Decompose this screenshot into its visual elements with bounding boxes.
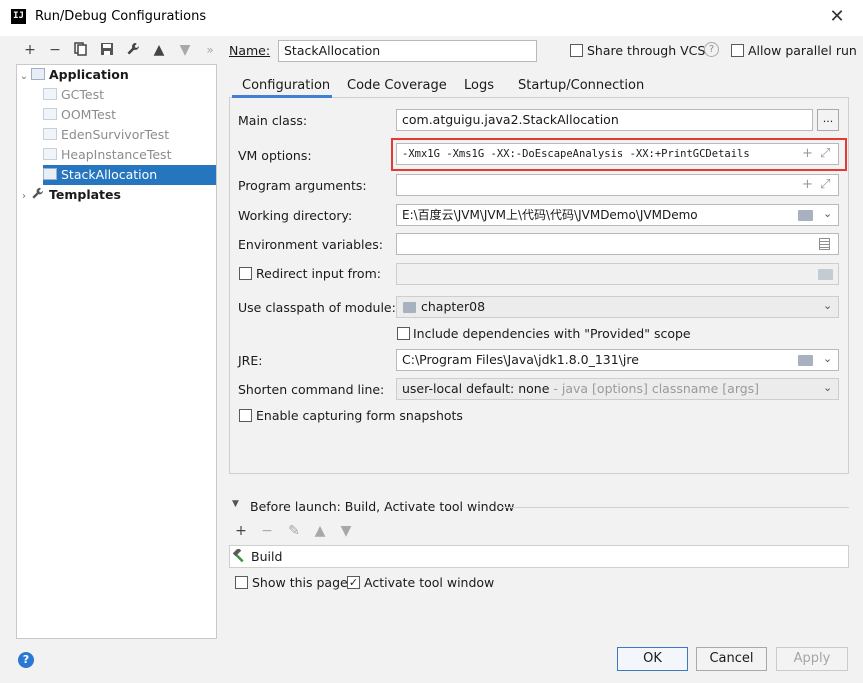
name-input[interactable]: StackAllocation xyxy=(278,40,537,62)
cancel-button[interactable]: Cancel xyxy=(696,647,767,671)
tab-startup-connection[interactable]: Startup/Connection xyxy=(518,78,644,93)
tree-node-application[interactable]: ⌄ Application xyxy=(17,65,216,85)
highlight-box xyxy=(391,138,847,171)
close-icon[interactable]: ✕ xyxy=(826,6,848,28)
module-icon xyxy=(403,302,416,313)
redirect-input-label: Redirect input from: xyxy=(256,266,381,281)
config-icon xyxy=(43,148,57,160)
name-label: Name: xyxy=(229,43,271,58)
allow-parallel-label: Allow parallel run xyxy=(748,43,857,58)
environment-variables-label: Environment variables: xyxy=(238,237,383,252)
show-page-label: Show this page xyxy=(252,575,348,590)
program-arguments-label: Program arguments: xyxy=(238,178,367,193)
browse-main-class-button[interactable]: ... xyxy=(817,109,839,131)
enable-snapshots-checkbox[interactable] xyxy=(239,409,252,422)
more-icon[interactable]: » xyxy=(202,42,218,58)
wrench-icon[interactable] xyxy=(125,42,141,58)
save-icon[interactable] xyxy=(99,42,115,58)
remove-task-icon[interactable]: − xyxy=(259,523,275,539)
move-down-icon[interactable]: ▼ xyxy=(177,42,193,58)
working-directory-input[interactable]: E:\百度云\JVM\JVM上\代码\代码\JVMDemo\JVMDemo xyxy=(396,204,839,226)
intellij-app-icon: IJ xyxy=(11,9,26,24)
classpath-module-label: Use classpath of module: xyxy=(238,300,396,315)
main-class-label: Main class: xyxy=(238,113,308,128)
main-class-input[interactable]: com.atguigu.java2.StackAllocation xyxy=(396,109,813,131)
jre-label: JRE: xyxy=(238,353,263,368)
redirect-input-checkbox[interactable] xyxy=(239,267,252,280)
chevron-down-icon[interactable]: ⌄ xyxy=(823,381,832,394)
activate-tool-window-label: Activate tool window xyxy=(364,575,495,590)
apply-button[interactable]: Apply xyxy=(776,647,848,671)
move-up-icon[interactable]: ▲ xyxy=(151,42,167,58)
redirect-input-field[interactable] xyxy=(396,263,839,285)
remove-icon[interactable]: − xyxy=(47,42,63,58)
classpath-module-select[interactable]: chapter08 xyxy=(396,296,839,318)
collapse-arrow-icon[interactable]: ⌄ xyxy=(17,67,31,87)
include-provided-checkbox[interactable] xyxy=(397,327,410,340)
plus-icon[interactable]: + xyxy=(802,177,813,192)
edit-task-icon[interactable]: ✎ xyxy=(286,523,302,539)
vm-options-label: VM options: xyxy=(238,148,312,163)
jre-input[interactable]: C:\Program Files\Java\jdk1.8.0_131\jre xyxy=(396,349,839,371)
before-launch-title: Before launch: Build, Activate tool wind… xyxy=(250,499,515,514)
move-task-up-icon[interactable]: ▲ xyxy=(312,523,328,539)
config-icon xyxy=(43,128,57,140)
folder-icon[interactable] xyxy=(818,269,833,280)
expand-icon[interactable]: ⤢ xyxy=(820,177,830,192)
config-icon xyxy=(43,108,57,120)
chevron-down-icon[interactable]: ⌄ xyxy=(823,352,832,365)
wrench-icon xyxy=(31,186,45,199)
expand-arrow-icon[interactable]: › xyxy=(17,187,31,207)
configurations-tree[interactable]: ⌄ Application GCTest OOMTest EdenSurvivor… xyxy=(16,64,217,639)
folder-icon[interactable] xyxy=(798,355,813,366)
tab-logs[interactable]: Logs xyxy=(464,78,494,93)
program-arguments-input[interactable] xyxy=(396,174,839,196)
build-task-label: Build xyxy=(251,549,283,564)
tree-item-edensurvivortest[interactable]: EdenSurvivorTest xyxy=(43,125,169,145)
tree-item-oomtest[interactable]: OOMTest xyxy=(43,105,116,125)
before-launch-divider xyxy=(502,507,849,508)
window-title: Run/Debug Configurations xyxy=(35,9,207,24)
include-provided-label: Include dependencies with "Provided" sco… xyxy=(413,326,691,341)
edit-list-icon[interactable] xyxy=(819,238,830,250)
share-vcs-label: Share through VCS xyxy=(587,43,706,58)
show-page-checkbox[interactable] xyxy=(235,576,248,589)
application-config-icon xyxy=(31,68,45,80)
help-icon[interactable]: ? xyxy=(18,652,34,668)
share-vcs-checkbox[interactable] xyxy=(570,44,583,57)
enable-snapshots-label: Enable capturing form snapshots xyxy=(256,408,463,423)
shorten-command-line-label: Shorten command line: xyxy=(238,382,385,397)
tab-configuration[interactable]: Configuration xyxy=(242,78,330,93)
hammer-icon xyxy=(232,547,246,563)
config-icon xyxy=(43,168,57,180)
move-task-down-icon[interactable]: ▼ xyxy=(338,523,354,539)
tab-code-coverage[interactable]: Code Coverage xyxy=(347,78,447,93)
tree-item-gctest[interactable]: GCTest xyxy=(43,85,104,105)
chevron-down-icon[interactable]: ⌄ xyxy=(823,207,832,220)
activate-tool-window-checkbox[interactable] xyxy=(347,576,360,589)
collapse-triangle-icon[interactable]: ▼ xyxy=(232,499,239,509)
chevron-down-icon[interactable]: ⌄ xyxy=(823,299,832,312)
ok-button[interactable]: OK xyxy=(617,647,688,671)
tree-item-heapinstancetest[interactable]: HeapInstanceTest xyxy=(43,145,171,165)
tree-node-templates[interactable]: › Templates xyxy=(17,185,121,205)
allow-parallel-checkbox[interactable] xyxy=(731,44,744,57)
working-directory-label: Working directory: xyxy=(238,208,353,223)
copy-icon[interactable] xyxy=(73,42,89,58)
add-task-icon[interactable]: + xyxy=(233,523,249,539)
help-circle-icon[interactable]: ? xyxy=(704,42,719,57)
add-icon[interactable]: + xyxy=(22,42,38,58)
shorten-command-line-select[interactable]: user-local default: none - java [options… xyxy=(396,378,839,400)
before-launch-task-list[interactable] xyxy=(229,545,849,568)
folder-icon[interactable] xyxy=(798,210,813,221)
config-icon xyxy=(43,88,57,100)
tree-item-stackallocation[interactable]: StackAllocation xyxy=(43,165,216,185)
environment-variables-input[interactable] xyxy=(396,233,839,255)
